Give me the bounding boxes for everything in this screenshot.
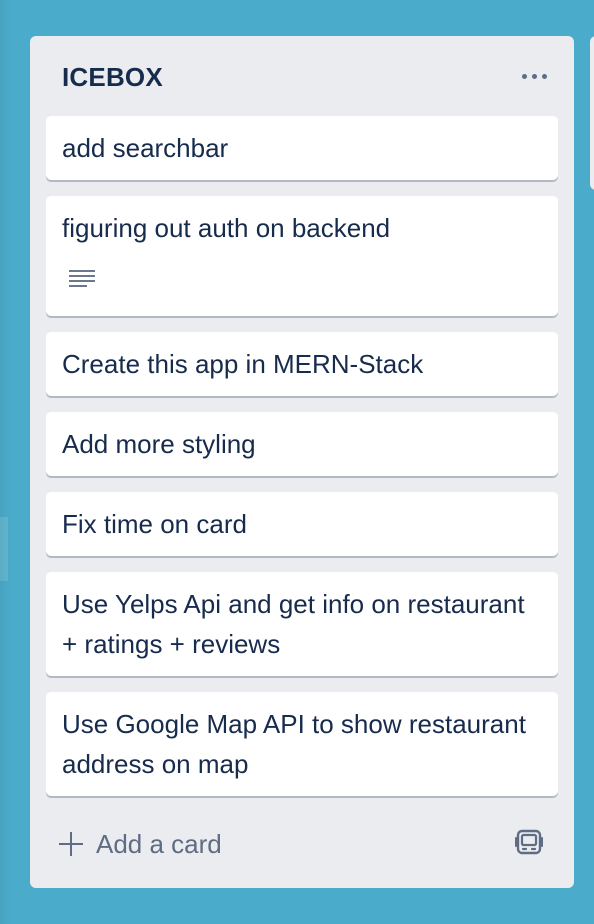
menu-dot [541, 73, 547, 79]
card-title: Use Yelps Api and get info on restaurant… [62, 589, 525, 659]
card-template-svg [515, 829, 543, 855]
card-title: Add more styling [62, 429, 256, 459]
card[interactable]: add searchbar [46, 116, 558, 180]
card-title: Fix time on card [62, 509, 247, 539]
description-icon [69, 270, 95, 292]
card-title: figuring out auth on backend [62, 213, 391, 243]
card[interactable]: Use Google Map API to show restaurant ad… [46, 692, 558, 796]
menu-dot [521, 73, 527, 79]
scroll-highlight [0, 517, 8, 581]
card[interactable]: figuring out auth on backend [46, 196, 558, 316]
plus-icon [58, 831, 84, 857]
next-list-edge[interactable] [590, 36, 594, 190]
board-shadow-strip [0, 0, 10, 924]
card[interactable]: Fix time on card [46, 492, 558, 556]
menu-dot [531, 73, 537, 79]
card[interactable]: Use Yelps Api and get info on restaurant… [46, 572, 558, 676]
card[interactable]: Add more styling [46, 412, 558, 476]
list-header[interactable]: ICEBOX [30, 36, 574, 116]
list-icebox: ICEBOX add searchbar figuring out auth o… [30, 36, 574, 888]
previous-list-edge [0, 0, 10, 924]
card-title: add searchbar [62, 133, 229, 163]
card-title: Create this app in MERN-Stack [62, 349, 424, 379]
card-title: Use Google Map API to show restaurant ad… [62, 709, 526, 779]
card-template-icon[interactable] [514, 828, 544, 858]
add-card-label: Add a card [96, 828, 222, 859]
card[interactable]: Create this app in MERN-Stack [46, 332, 558, 396]
list-title[interactable]: ICEBOX [62, 62, 163, 93]
add-card-button[interactable]: Add a card [58, 822, 418, 866]
more-horizontal-icon[interactable] [514, 58, 554, 94]
